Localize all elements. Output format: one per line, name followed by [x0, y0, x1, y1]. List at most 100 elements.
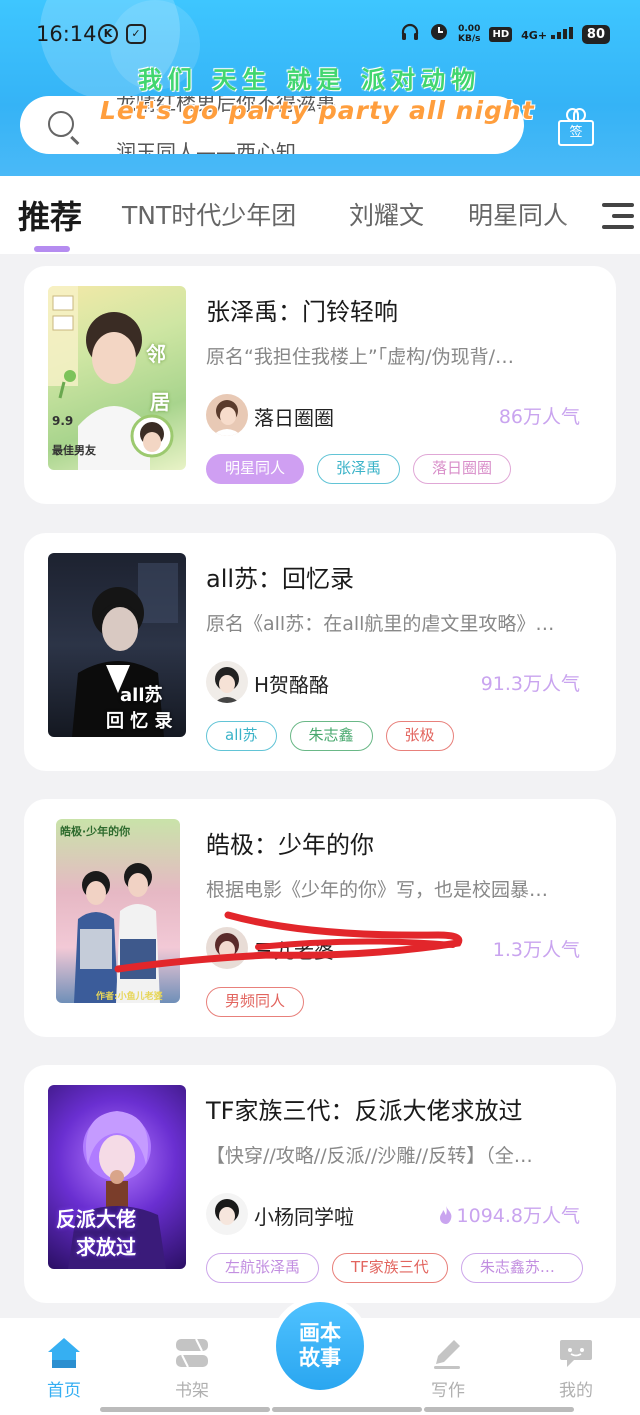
story-cover[interactable]: 反派大佬 求放过 [48, 1085, 186, 1269]
story-tag[interactable]: 张极 [385, 721, 454, 751]
cover-text: 居 [150, 390, 170, 414]
net-speed: 0.00 KB/s [458, 24, 480, 44]
bookshelf-icon [176, 1338, 208, 1368]
alarm-icon [429, 22, 449, 46]
gesture-bar [424, 1407, 574, 1412]
author-avatar[interactable] [206, 394, 248, 436]
status-left-icons: K ✓ [98, 24, 146, 44]
hot-flame-icon [439, 1206, 451, 1224]
signal-label: 4G+ [521, 29, 548, 42]
signal-bars-icon [550, 27, 573, 39]
gesture-bar [100, 1407, 270, 1412]
story-card[interactable]: all苏 回 忆 录 all苏：回忆录 原名《all苏：在all航里的虐文里攻略… [24, 533, 616, 771]
story-tag[interactable]: 朱志鑫 [289, 721, 373, 751]
author-avatar[interactable] [206, 1193, 248, 1235]
cover-text: 回 忆 录 [106, 711, 173, 732]
story-card[interactable]: 皓极·少年的你 作者:小鱼儿老婆 皓极：少年的你 根据电影《少年的你》写，也是校… [24, 799, 616, 1037]
category-tabs: 推荐 TNT时代少年团 刘耀文 明星同人 [0, 176, 640, 254]
tag-row: 男频同人 [206, 987, 305, 1017]
story-tag[interactable]: 落日圈圈 [413, 454, 512, 484]
nav-profile[interactable]: 我的 [526, 1318, 626, 1408]
daily-checkin-button[interactable]: 签 [556, 108, 596, 146]
k-app-icon: K [98, 24, 118, 44]
search-icon [48, 111, 74, 137]
tab-celebrity-fanfic[interactable]: 明星同人 [468, 196, 568, 232]
battery-indicator: 80 [581, 24, 610, 44]
author-name[interactable]: 落日圈圈 [254, 402, 334, 431]
story-title[interactable]: TF家族三代：反派大佬求放过 [206, 1091, 522, 1126]
author-name[interactable]: H贺酪酪 [254, 669, 329, 698]
story-tag[interactable]: TF家族三代 [332, 1253, 448, 1283]
cover-text: 作者:小鱼儿老婆 [96, 992, 163, 1002]
story-cover[interactable]: 邻 居 9.9 最佳男友 [48, 286, 186, 470]
signal-indicator: 4G+ [521, 27, 573, 41]
pencil-icon [434, 1340, 460, 1369]
story-title[interactable]: 皓极：少年的你 [206, 825, 374, 860]
popularity-value: 1094.8万人气 [456, 1205, 580, 1227]
nav-write[interactable]: 写作 [398, 1318, 498, 1408]
create-story-button[interactable]: 画本 故事 [276, 1302, 364, 1390]
tab-liu-yaowen[interactable]: 刘耀文 [349, 196, 424, 232]
author-avatar[interactable] [206, 661, 248, 703]
tag-row: 左航张泽禹 TF家族三代 朱志鑫苏新皓 [206, 1253, 583, 1283]
nav-label: 首页 [47, 1381, 81, 1401]
red-scribble-mark [114, 911, 463, 973]
home-icon [48, 1338, 80, 1368]
nav-label: 写作 [431, 1381, 465, 1401]
cover-text: all苏 [120, 685, 163, 706]
popularity-count: 86万人气 [498, 406, 580, 428]
status-time: 16:14 [36, 22, 97, 46]
story-title[interactable]: 张泽禹：门铃轻响 [206, 292, 398, 327]
story-card[interactable]: 邻 居 9.9 最佳男友 张泽禹：门铃轻响 原名“我担住我楼上”「虚构/伪现背/… [24, 266, 616, 504]
story-tag[interactable]: 张泽禹 [317, 454, 401, 484]
story-tag[interactable]: 朱志鑫苏新皓 [460, 1253, 583, 1283]
tab-recommend[interactable]: 推荐 [18, 192, 82, 238]
cover-text: 邻 [146, 342, 166, 366]
story-card[interactable]: 反派大佬 求放过 TF家族三代：反派大佬求放过 【快穿//攻略//反派//沙雕/… [24, 1065, 616, 1303]
story-cover[interactable]: all苏 回 忆 录 [48, 553, 186, 737]
story-description: 原名“我担住我楼上”「虚构/伪现背/… [206, 346, 514, 368]
status-bar: 16:14 K ✓ 0.00 KB/s HD 4G+ 80 [0, 18, 640, 52]
chat-bubble-icon [560, 1340, 592, 1367]
tab-tnt[interactable]: TNT时代少年团 [122, 196, 296, 232]
nav-home[interactable]: 首页 [14, 1318, 114, 1408]
popularity-count: 91.3万人气 [480, 673, 580, 695]
net-speed-unit: KB/s [458, 34, 481, 44]
headphones-icon [400, 22, 420, 46]
popularity-count: 1094.8万人气 [439, 1201, 580, 1228]
slogan-text: 我们 天生 就是 派对动物 [138, 66, 482, 94]
cover-text: 皓极·少年的你 [60, 825, 131, 838]
cover-text: 求放过 [76, 1235, 136, 1259]
story-title[interactable]: all苏：回忆录 [206, 559, 354, 594]
nav-label: 我的 [559, 1381, 593, 1401]
cover-text: 最佳男友 [52, 444, 96, 457]
story-tag[interactable]: 男频同人 [206, 987, 305, 1017]
author-name[interactable]: 小杨同学啦 [254, 1201, 354, 1230]
search-placeholder-scroll-bottom: 润玉同人——西心知 [116, 140, 296, 154]
story-tag[interactable]: 明星同人 [206, 454, 305, 484]
app-notification-icon: ✓ [126, 24, 146, 44]
cover-text: 反派大佬 [56, 1207, 136, 1231]
active-tab-indicator [34, 246, 70, 252]
story-description: 原名《all苏：在all航里的虐文里攻略》… [206, 613, 555, 635]
story-tag[interactable]: 左航张泽禹 [206, 1253, 320, 1283]
gesture-bar [272, 1407, 422, 1412]
create-story-label-line1: 画本 [299, 1321, 341, 1345]
category-menu-icon[interactable] [602, 203, 634, 229]
tag-row: all苏 朱志鑫 张极 [206, 721, 454, 751]
net-speed-value: 0.00 [458, 24, 481, 34]
cover-text: 9.9 [52, 414, 74, 428]
tag-row: 明星同人 张泽禹 落日圈圈 [206, 454, 512, 484]
status-right: 0.00 KB/s HD 4G+ 80 [400, 22, 610, 46]
app-screen: 16:14 K ✓ 0.00 KB/s HD 4G+ 80 我们 天生 就是 派… [0, 0, 640, 1415]
nav-label: 书架 [175, 1381, 209, 1401]
story-description: 【快穿//攻略//反派//沙雕//反转】（全… [206, 1145, 533, 1167]
hd-badge: HD [489, 26, 513, 42]
gift-icon: 签 [558, 120, 594, 146]
party-banner-text: Let's go party party all night [100, 96, 535, 125]
header: 16:14 K ✓ 0.00 KB/s HD 4G+ 80 我们 天生 就是 派… [0, 0, 640, 176]
create-story-label-line2: 故事 [299, 1346, 341, 1370]
story-description: 根据电影《少年的你》写，也是校园暴… [206, 879, 549, 901]
story-tag[interactable]: all苏 [206, 721, 277, 751]
nav-bookshelf[interactable]: 书架 [142, 1318, 242, 1408]
